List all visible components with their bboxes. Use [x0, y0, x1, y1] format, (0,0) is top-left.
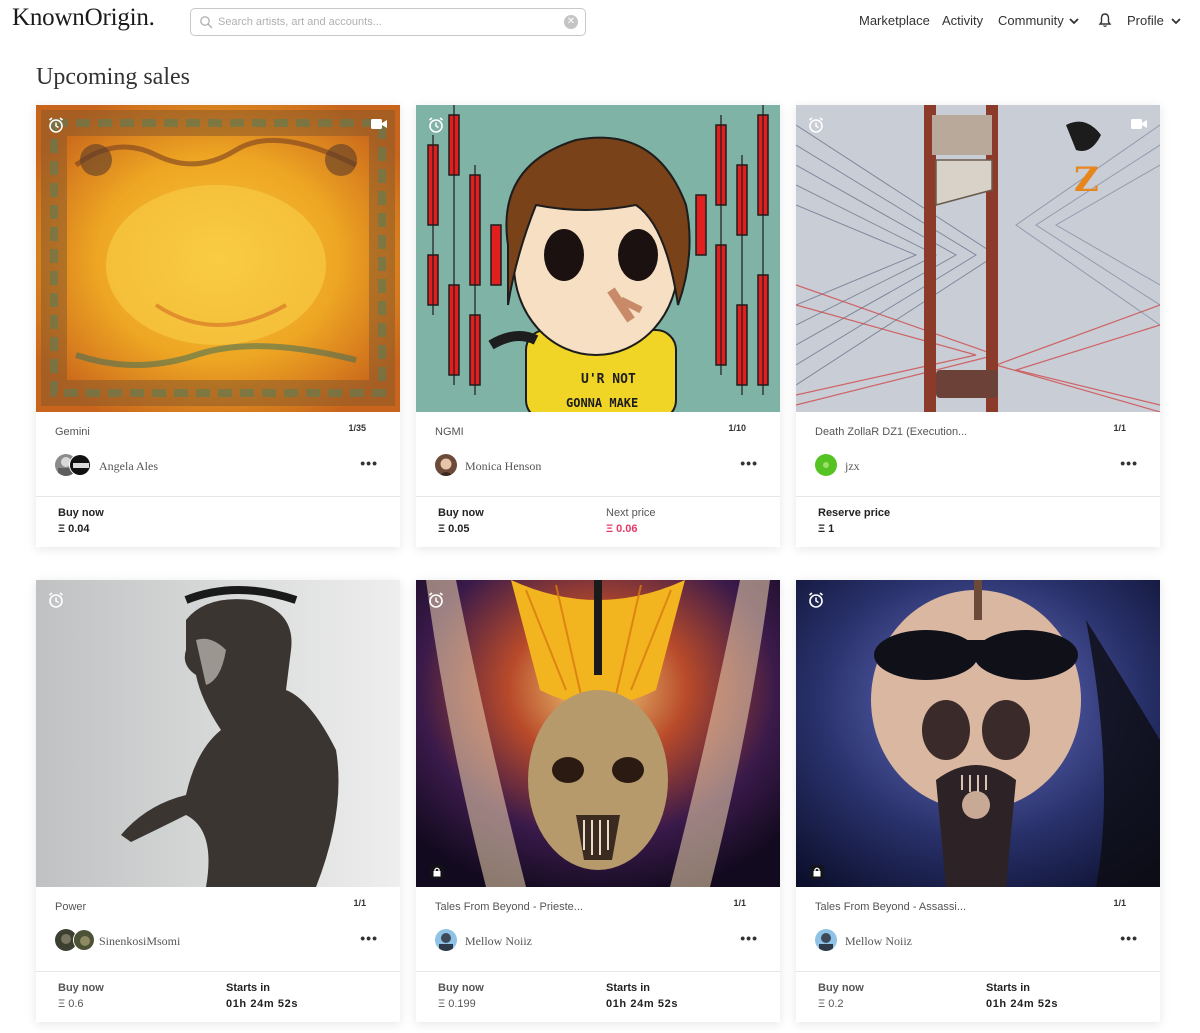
alarm-clock-icon [49, 117, 63, 133]
artist-avatar-secondary[interactable] [69, 454, 91, 476]
countdown-timer: 01h 24m 52s [226, 998, 299, 1010]
price-value: Ξ 0.05 [438, 523, 470, 535]
more-options-button[interactable]: ••• [740, 930, 758, 946]
edition-count: 1/1 [353, 898, 366, 908]
price-label: Buy now [58, 507, 104, 519]
artwork-image[interactable] [36, 580, 400, 887]
artist-name[interactable]: Angela Ales [99, 459, 158, 474]
artwork-title[interactable]: Power [55, 901, 86, 913]
alarm-clock-icon [429, 592, 443, 608]
nav-marketplace[interactable]: Marketplace [859, 13, 930, 28]
more-options-button[interactable]: ••• [1120, 455, 1138, 471]
artist-avatar[interactable] [815, 929, 837, 951]
more-options-button[interactable]: ••• [360, 930, 378, 946]
divider [796, 971, 1160, 972]
countdown-timer: 01h 24m 52s [606, 998, 679, 1010]
knownorigin-logo[interactable]: KnownOrigin. [12, 4, 155, 32]
divider [36, 971, 400, 972]
artwork-card[interactable]: Tales From Beyond - Prieste... 1/1 Mello… [416, 580, 780, 1022]
edition-count: 1/1 [1113, 423, 1126, 433]
profile-chevron-down-icon[interactable] [1170, 15, 1182, 27]
divider [36, 496, 400, 497]
dz-logo-text: Z [1074, 160, 1099, 200]
artwork-image[interactable] [796, 580, 1160, 887]
artwork-title[interactable]: Tales From Beyond - Assassi... [815, 901, 966, 913]
artist-avatar[interactable] [435, 454, 457, 476]
artwork-image[interactable]: Z [796, 105, 1160, 412]
price-label: Buy now [438, 507, 484, 519]
alarm-clock-icon [49, 592, 63, 608]
artwork-card[interactable]: Tales From Beyond - Assassi... 1/1 Mello… [796, 580, 1160, 1022]
artwork-image[interactable]: U'R NOT GONNA MAKE [416, 105, 780, 412]
edition-count: 1/35 [348, 423, 366, 433]
price-value: Ξ 0.6 [58, 998, 84, 1010]
divider [416, 496, 780, 497]
price-label: Buy now [58, 982, 104, 994]
nav-profile[interactable]: Profile [1127, 13, 1164, 28]
price-value: Ξ 0.04 [58, 523, 90, 535]
artwork-card[interactable]: U'R NOT GONNA MAKE NGMI 1/10 Monica Hens… [416, 105, 780, 547]
search-input[interactable] [218, 12, 548, 32]
lock-icon [430, 865, 444, 879]
price-value: Ξ 0.2 [818, 998, 844, 1010]
lock-icon [810, 865, 824, 879]
starts-in-label: Starts in [986, 982, 1031, 994]
artwork-card[interactable]: Gemini 1/35 Angela Ales ••• Buy now Ξ 0.… [36, 105, 400, 547]
artist-name[interactable]: SinenkosiMsomi [99, 934, 180, 949]
next-price-value: Ξ 0.06 [606, 523, 638, 535]
price-label: Buy now [818, 982, 864, 994]
price-label: Buy now [438, 982, 484, 994]
search-icon [200, 16, 213, 29]
artwork-card[interactable]: Power 1/1 SinenkosiMsomi ••• Buy now Ξ 0… [36, 580, 400, 1022]
edition-count: 1/10 [728, 423, 746, 433]
price-value: Ξ 0.199 [438, 998, 476, 1010]
artwork-title[interactable]: NGMI [435, 426, 464, 438]
reserve-price-value: Ξ 1 [818, 523, 835, 535]
shirt-text-line2: GONNA MAKE [566, 396, 638, 410]
clear-search-icon[interactable]: ✕ [564, 15, 578, 29]
artwork-title[interactable]: Gemini [55, 426, 90, 438]
artwork-card[interactable]: Z Death ZollaR DZ1 (Execution... 1/1 jzx… [796, 105, 1160, 547]
artwork-title[interactable]: Death ZollaR DZ1 (Execution... [815, 426, 967, 438]
nav-activity[interactable]: Activity [942, 13, 983, 28]
shirt-text-line1: U'R NOT [581, 372, 636, 387]
reserve-price-label: Reserve price [818, 507, 891, 519]
notifications-bell-icon[interactable] [1098, 12, 1112, 28]
alarm-clock-icon [429, 117, 443, 133]
search-box[interactable]: ✕ [190, 8, 586, 36]
starts-in-label: Starts in [226, 982, 271, 994]
artist-name[interactable]: Mellow Noiiz [465, 934, 532, 949]
artwork-image[interactable] [36, 105, 400, 412]
artwork-image[interactable] [416, 580, 780, 887]
more-options-button[interactable]: ••• [360, 455, 378, 471]
artist-avatar[interactable] [815, 454, 837, 476]
video-camera-icon [371, 119, 387, 129]
community-chevron-down-icon[interactable] [1068, 15, 1080, 27]
artist-name[interactable]: jzx [845, 459, 860, 474]
top-navigation-bar: KnownOrigin. ✕ Marketplace Activity Comm… [0, 0, 1200, 44]
artist-avatar[interactable] [435, 929, 457, 951]
alarm-clock-icon [809, 117, 823, 133]
more-options-button[interactable]: ••• [740, 455, 758, 471]
page-title: Upcoming sales [36, 64, 190, 90]
edition-count: 1/1 [733, 898, 746, 908]
artist-name[interactable]: Mellow Noiiz [845, 934, 912, 949]
divider [796, 496, 1160, 497]
more-options-button[interactable]: ••• [1120, 930, 1138, 946]
edition-count: 1/1 [1113, 898, 1126, 908]
artist-name[interactable]: Monica Henson [465, 459, 541, 474]
nav-community[interactable]: Community [998, 13, 1064, 28]
artist-avatar-secondary[interactable] [73, 929, 95, 951]
starts-in-label: Starts in [606, 982, 651, 994]
next-price-label: Next price [606, 507, 656, 519]
video-camera-icon [1131, 119, 1147, 129]
artwork-title[interactable]: Tales From Beyond - Prieste... [435, 901, 583, 913]
alarm-clock-icon [809, 592, 823, 608]
divider [416, 971, 780, 972]
countdown-timer: 01h 24m 52s [986, 998, 1059, 1010]
